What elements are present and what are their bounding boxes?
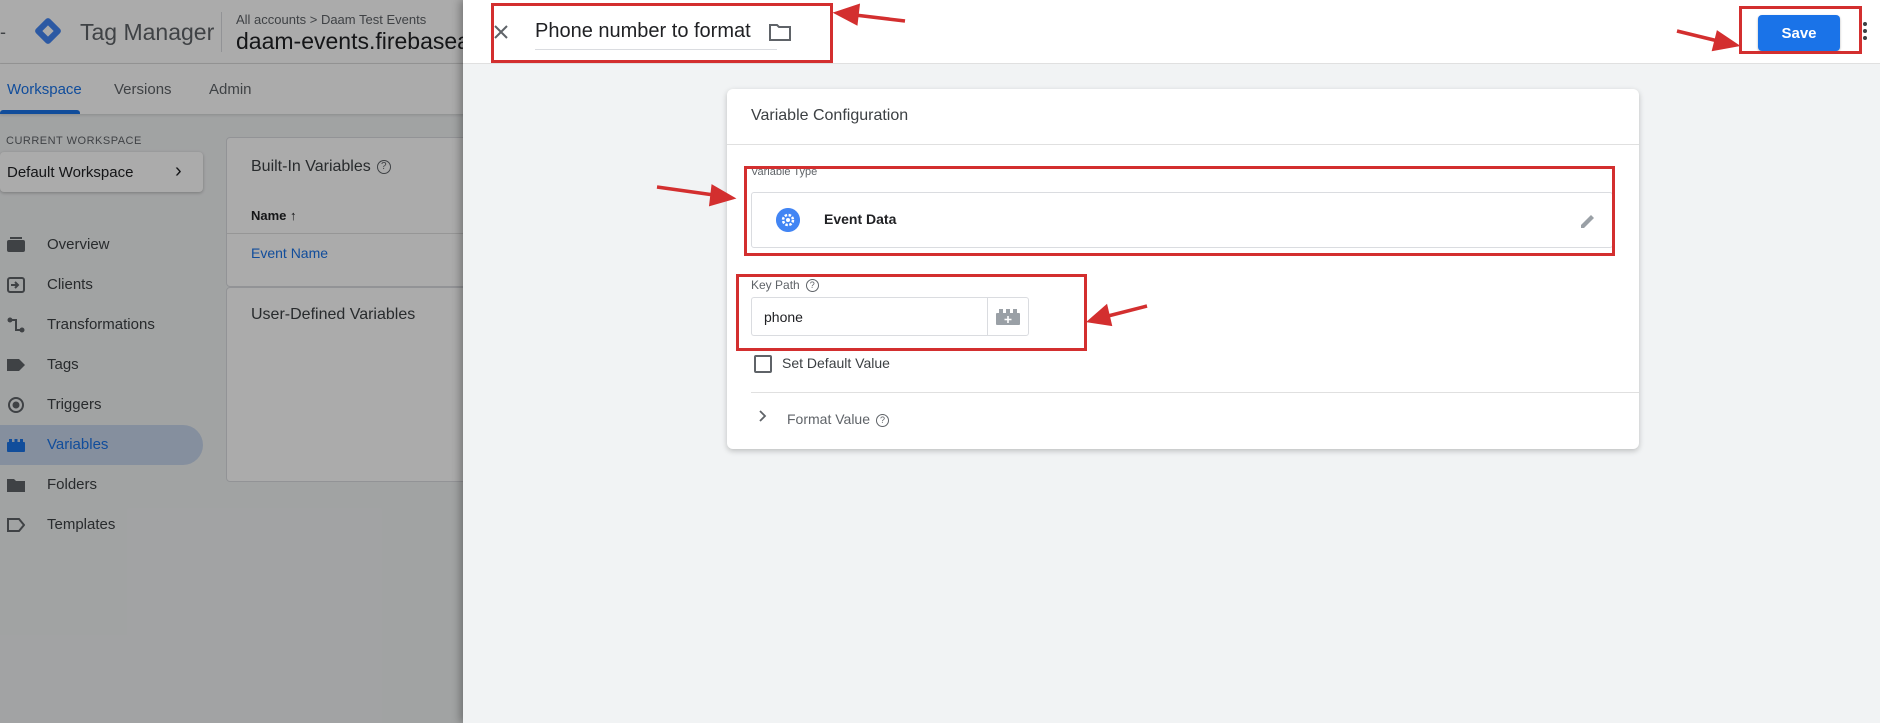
format-value-divider: [751, 392, 1639, 393]
annotation-box-variable-type: [744, 166, 1615, 256]
variable-configuration-title: Variable Configuration: [751, 107, 909, 124]
card-divider: [727, 144, 1639, 145]
chevron-right-icon[interactable]: [757, 409, 769, 423]
annotation-box-key-path: [736, 274, 1087, 351]
set-default-value-checkbox[interactable]: [754, 355, 772, 373]
format-value-label: Format Value: [787, 411, 870, 427]
annotation-box-variable-name: [491, 3, 833, 63]
variable-configuration-card: Variable Configuration Variable Type Eve…: [727, 89, 1639, 449]
variable-editor-panel: Phone number to format Save Variable Con…: [463, 0, 1880, 723]
set-default-value-label[interactable]: Set Default Value: [782, 355, 890, 371]
annotation-box-save: [1739, 6, 1862, 54]
more-vert-icon[interactable]: [1862, 22, 1868, 42]
help-icon[interactable]: ?: [876, 413, 889, 427]
format-value-toggle[interactable]: Format Value?: [787, 411, 889, 427]
